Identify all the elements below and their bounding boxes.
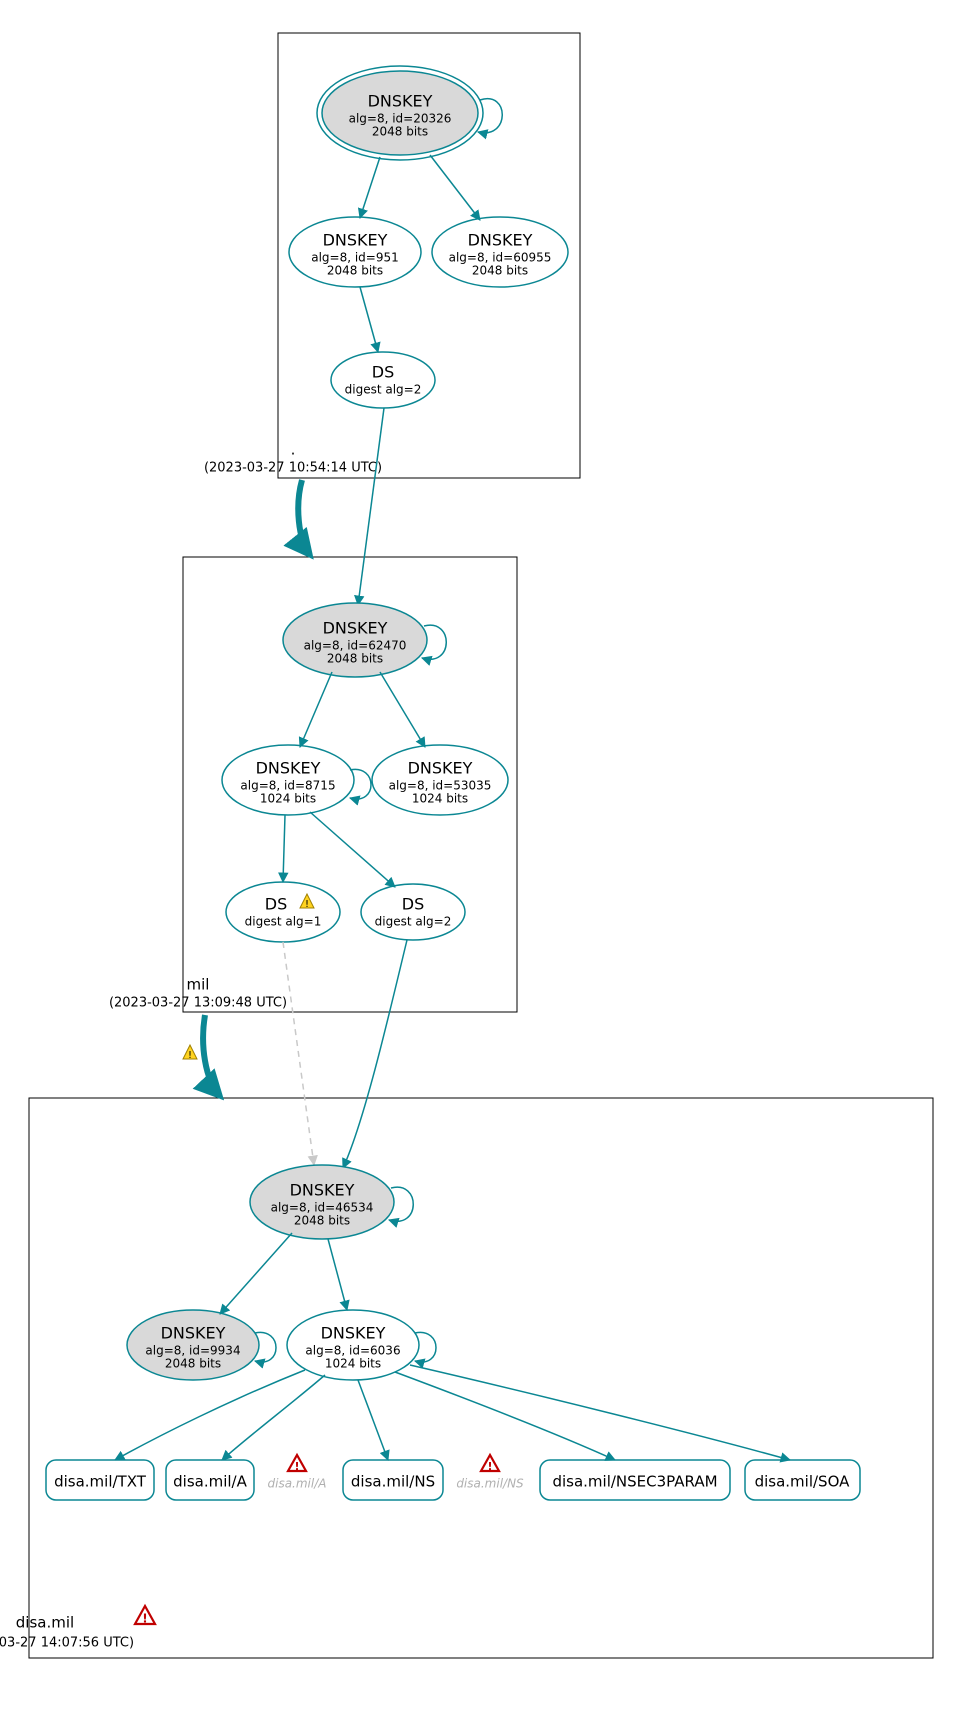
error-icon: ! [481, 1455, 499, 1473]
rrset-nsec3param: disa.mil/NSEC3PARAM [540, 1460, 730, 1500]
rrset-ns-ghost: disa.mil/NS [456, 1477, 524, 1491]
svg-text:!: ! [305, 899, 309, 910]
node-disa-zsk: DNSKEY alg=8, id=6036 1024 bits [287, 1310, 419, 1380]
svg-text:disa.mil/SOA: disa.mil/SOA [755, 1473, 851, 1491]
svg-text:disa.mil/TXT: disa.mil/TXT [54, 1473, 147, 1491]
svg-text:digest alg=2: digest alg=2 [345, 383, 422, 397]
svg-text:2048 bits: 2048 bits [165, 1357, 221, 1371]
svg-text:2048 bits: 2048 bits [327, 652, 383, 666]
rrset-a: disa.mil/A [166, 1460, 254, 1500]
svg-text:1024 bits: 1024 bits [325, 1357, 381, 1371]
node-root-zsk1: DNSKEY alg=8, id=951 2048 bits [289, 217, 421, 287]
svg-text:2048 bits: 2048 bits [294, 1214, 350, 1228]
svg-text:DNSKEY: DNSKEY [323, 619, 388, 638]
edge-dashed [283, 942, 314, 1165]
zone-root-timestamp: (2023-03-27 10:54:14 UTC) [204, 461, 382, 476]
svg-text:!: ! [487, 1460, 492, 1473]
svg-text:disa.mil/NSEC3PARAM: disa.mil/NSEC3PARAM [552, 1473, 717, 1491]
svg-text:alg=8, id=53035: alg=8, id=53035 [389, 779, 492, 793]
svg-text:DS: DS [402, 895, 424, 914]
node-disa-key2: DNSKEY alg=8, id=9934 2048 bits [127, 1310, 259, 1380]
zone-mil-timestamp: (2023-03-27 13:09:48 UTC) [109, 996, 287, 1011]
node-root-zsk2: DNSKEY alg=8, id=60955 2048 bits [432, 217, 568, 287]
edge-delegation-root-mil [298, 480, 310, 555]
node-mil-zsk1: DNSKEY alg=8, id=8715 1024 bits [222, 745, 354, 815]
svg-text:!: ! [188, 1050, 192, 1061]
svg-text:DNSKEY: DNSKEY [368, 92, 433, 111]
rrset-txt: disa.mil/TXT [46, 1460, 154, 1500]
error-icon: ! [135, 1606, 155, 1626]
zone-disa-label: disa.mil [16, 1614, 74, 1632]
svg-text:!: ! [142, 1612, 147, 1626]
svg-text:DNSKEY: DNSKEY [161, 1324, 226, 1343]
svg-text:2048 bits: 2048 bits [472, 264, 528, 278]
svg-text:alg=8, id=62470: alg=8, id=62470 [304, 639, 407, 653]
svg-text:disa.mil/NS: disa.mil/NS [351, 1473, 435, 1491]
svg-text:DNSKEY: DNSKEY [256, 759, 321, 778]
svg-text:alg=8, id=6036: alg=8, id=6036 [305, 1344, 400, 1358]
svg-text:disa.mil/A: disa.mil/A [268, 1477, 327, 1491]
svg-text:DNSKEY: DNSKEY [321, 1324, 386, 1343]
svg-text:disa.mil/A: disa.mil/A [173, 1473, 247, 1491]
svg-text:alg=8, id=8715: alg=8, id=8715 [240, 779, 335, 793]
svg-text:2048 bits: 2048 bits [327, 264, 383, 278]
node-root-ksk: DNSKEY alg=8, id=20326 2048 bits [317, 66, 483, 160]
svg-text:alg=8, id=60955: alg=8, id=60955 [449, 251, 552, 265]
node-root-ds: DS digest alg=2 [331, 352, 435, 408]
svg-text:alg=8, id=20326: alg=8, id=20326 [349, 112, 452, 126]
svg-text:DS: DS [372, 363, 394, 382]
svg-text:DNSKEY: DNSKEY [408, 759, 473, 778]
node-mil-zsk2: DNSKEY alg=8, id=53035 1024 bits [372, 745, 508, 815]
node-disa-ksk: DNSKEY alg=8, id=46534 2048 bits [250, 1165, 394, 1239]
svg-text:alg=8, id=9934: alg=8, id=9934 [145, 1344, 240, 1358]
svg-text:disa.mil/NS: disa.mil/NS [456, 1477, 524, 1491]
rrset-ns: disa.mil/NS [343, 1460, 443, 1500]
svg-text:!: ! [294, 1460, 299, 1473]
svg-text:digest alg=1: digest alg=1 [245, 915, 322, 929]
node-mil-ksk: DNSKEY alg=8, id=62470 2048 bits [283, 603, 427, 677]
svg-text:2048 bits: 2048 bits [372, 125, 428, 139]
node-mil-ds1: DS digest alg=1 [226, 882, 340, 942]
svg-text:DNSKEY: DNSKEY [323, 231, 388, 250]
zone-root-label: . [291, 441, 296, 459]
rrset-a-ghost: disa.mil/A [268, 1477, 327, 1491]
svg-text:DS: DS [265, 895, 287, 914]
zone-disa-timestamp: (2023-03-27 14:07:56 UTC) [0, 1636, 134, 1651]
rrset-soa: disa.mil/SOA [745, 1460, 860, 1500]
svg-text:DNSKEY: DNSKEY [468, 231, 533, 250]
svg-text:alg=8, id=951: alg=8, id=951 [311, 251, 399, 265]
svg-text:digest alg=2: digest alg=2 [375, 915, 452, 929]
svg-text:DNSKEY: DNSKEY [290, 1181, 355, 1200]
svg-text:alg=8, id=46534: alg=8, id=46534 [271, 1201, 374, 1215]
error-icon: ! [288, 1455, 306, 1473]
svg-text:1024 bits: 1024 bits [412, 792, 468, 806]
warning-icon: ! [183, 1045, 197, 1061]
svg-text:1024 bits: 1024 bits [260, 792, 316, 806]
node-mil-ds2: DS digest alg=2 [361, 884, 465, 940]
zone-mil-label: mil [187, 976, 210, 994]
edge-delegation-mil-disa [203, 1015, 220, 1096]
